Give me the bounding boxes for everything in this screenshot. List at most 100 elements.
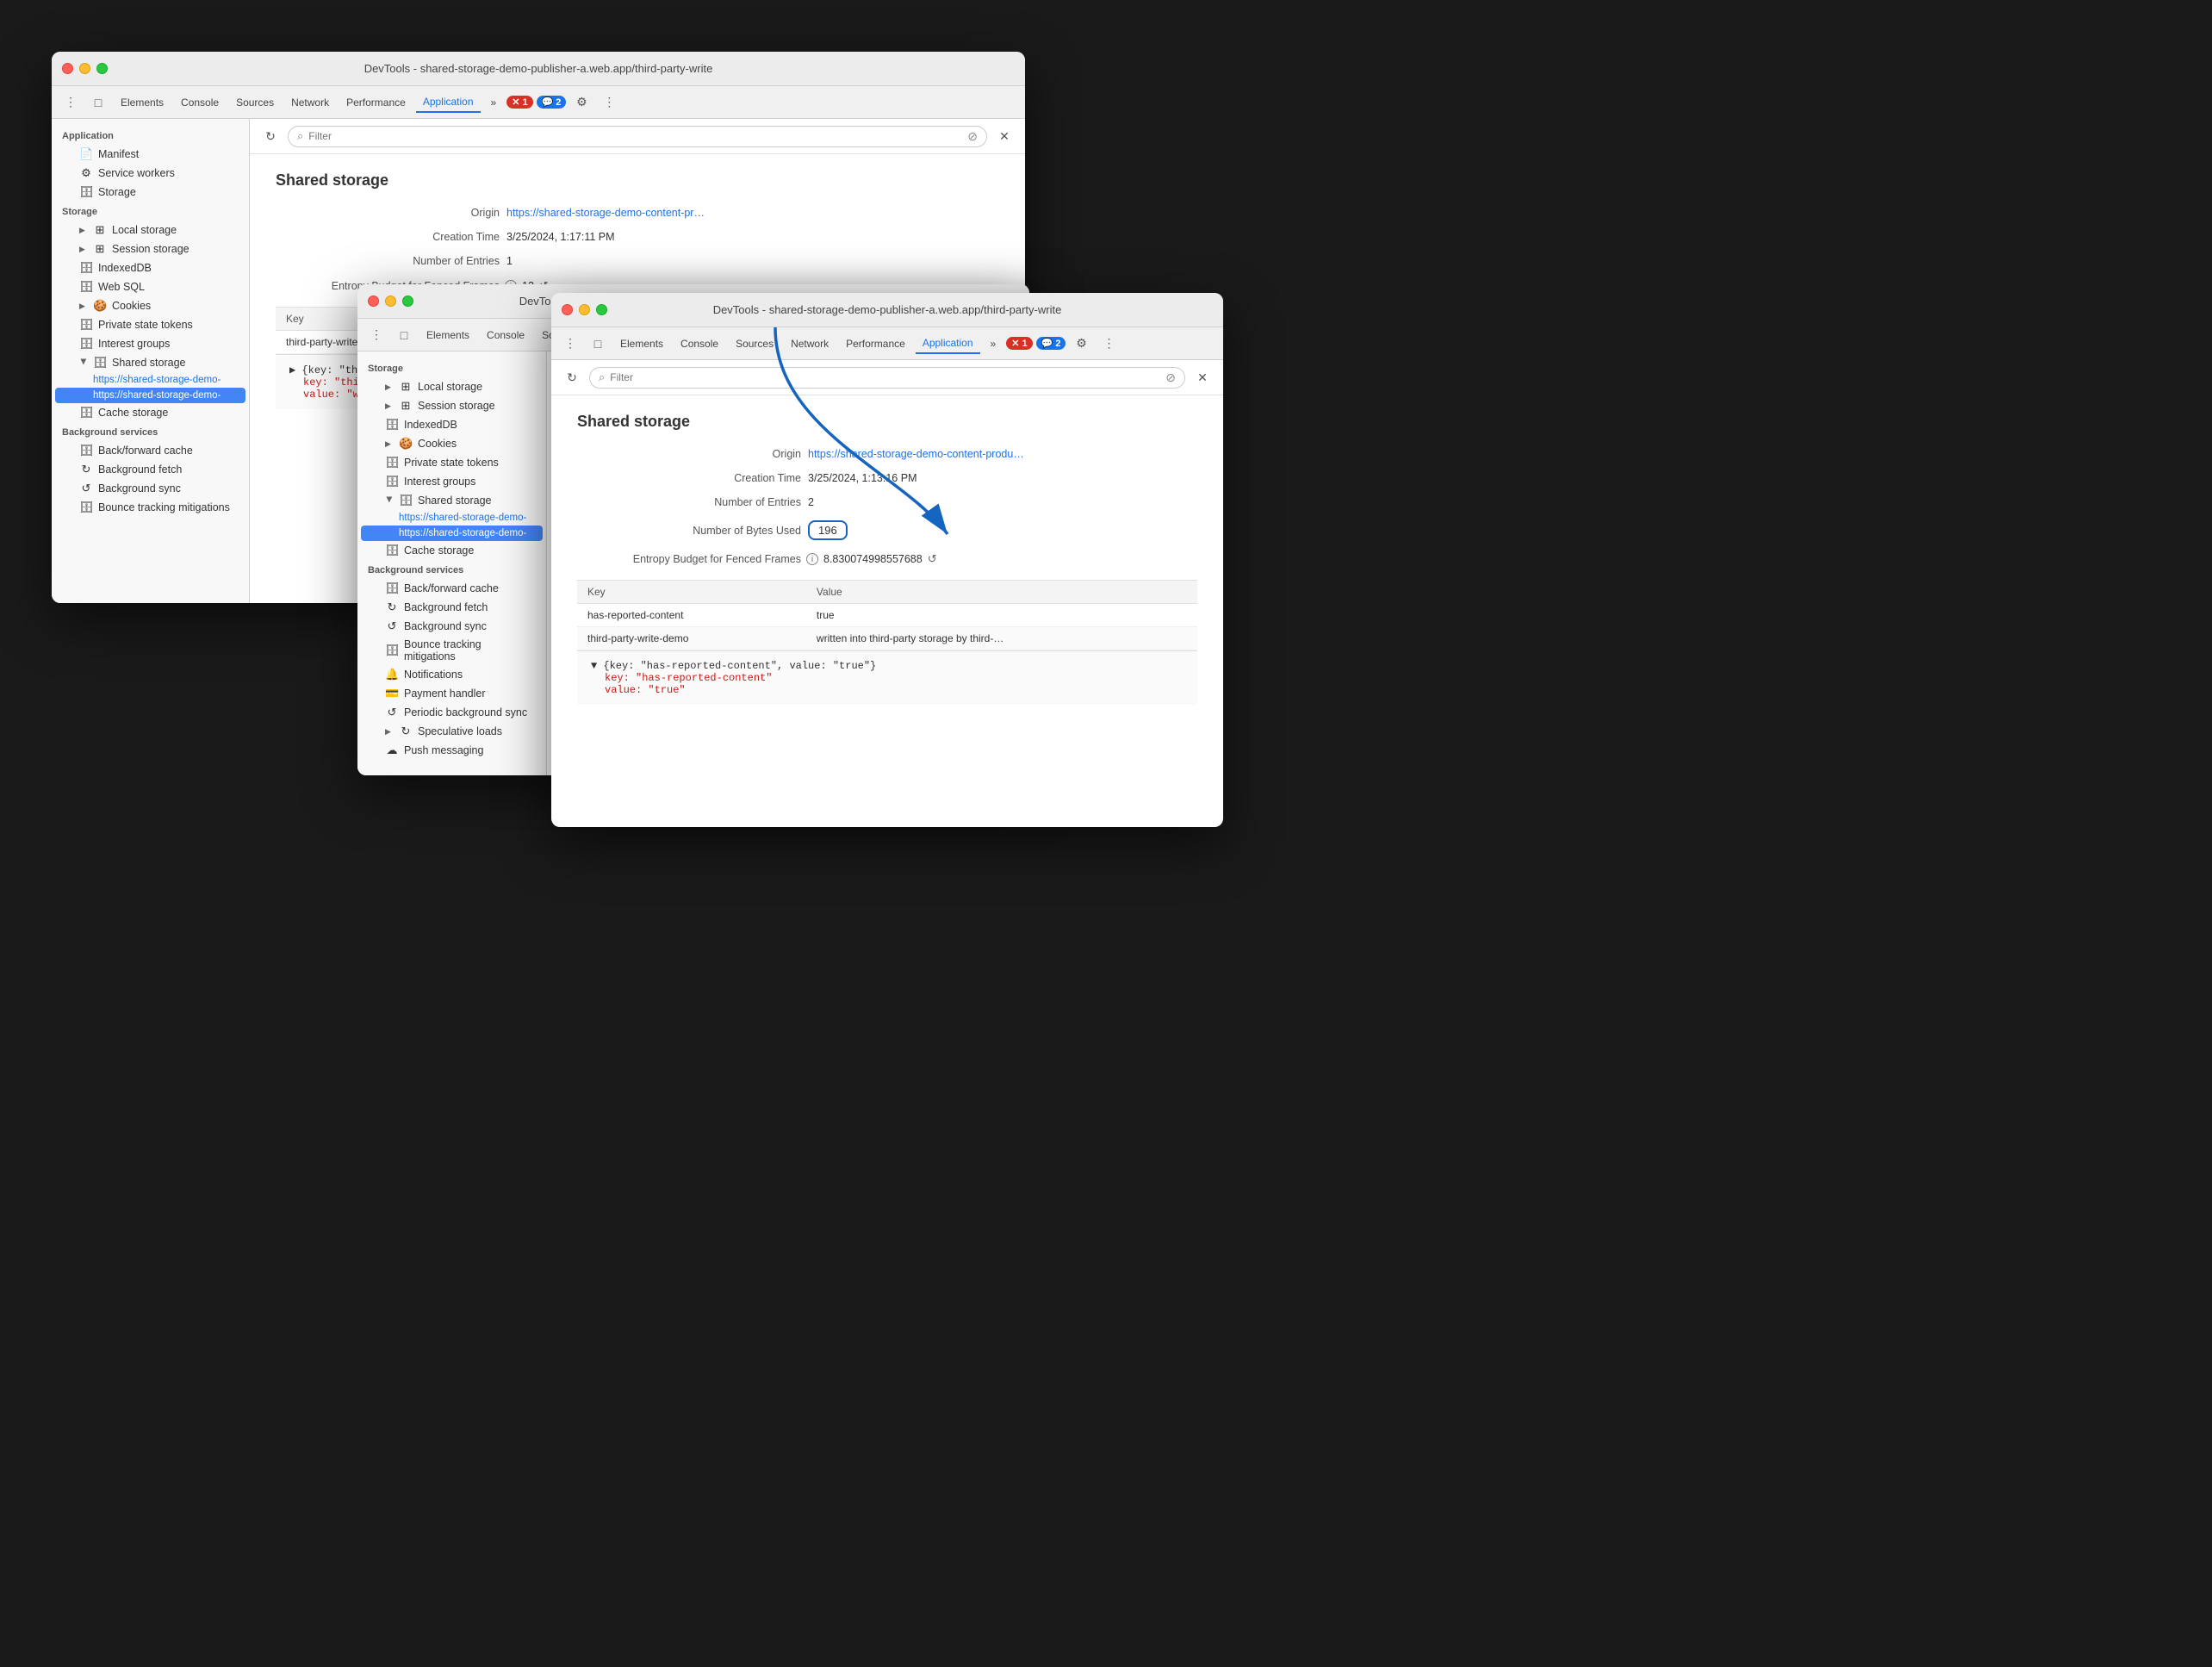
tab-application-1[interactable]: Application	[416, 92, 481, 113]
sidebar-speculative-loads-2[interactable]: ▶ ↻ Speculative loads	[361, 722, 543, 741]
minimize-button-1[interactable]	[79, 63, 90, 74]
back-forward-icon-2: 🗄	[385, 582, 399, 595]
entropy-reset-icon-3[interactable]: ↺	[928, 552, 937, 566]
refresh-icon-1[interactable]: ↻	[258, 124, 283, 148]
sidebar-item-bg-sync[interactable]: ↺ Background sync	[55, 479, 245, 498]
tab-elements-3[interactable]: Elements	[613, 334, 670, 353]
expand-speculative-icon-2: ▶	[385, 727, 394, 737]
device-icon[interactable]: □	[86, 90, 110, 115]
maximize-button-3[interactable]	[596, 304, 607, 315]
cell-key-2-3: third-party-write-demo	[577, 627, 806, 650]
more-tabs-1[interactable]: »	[484, 93, 504, 112]
inspect-icon-2[interactable]: ⋮	[364, 323, 388, 347]
table-row-1-3[interactable]: has-reported-content true	[577, 604, 1197, 627]
sidebar-item-cache-storage-2[interactable]: 🗄 Cache storage	[361, 541, 543, 560]
tab-elements-2[interactable]: Elements	[419, 326, 476, 345]
sidebar-item-shared-storage[interactable]: ▶ 🗄 Shared storage	[55, 353, 245, 372]
bg-fetch-icon: ↻	[79, 463, 93, 476]
sidebar-shared-url-2-2[interactable]: https://shared-storage-demo-	[361, 526, 543, 541]
filter-input-1[interactable]	[308, 130, 962, 142]
minimize-button-3[interactable]	[579, 304, 590, 315]
tab-performance-3[interactable]: Performance	[839, 334, 912, 353]
sidebar-notifications-2[interactable]: 🔔 Notifications	[361, 665, 543, 684]
tab-application-3[interactable]: Application	[916, 333, 980, 354]
sidebar-item-indexeddb[interactable]: 🗄 IndexedDB	[55, 258, 245, 277]
tab-console-2[interactable]: Console	[480, 326, 531, 345]
filter-input-3[interactable]	[610, 371, 1160, 383]
settings-icon-3[interactable]: ⚙	[1069, 332, 1093, 356]
more-tabs-3[interactable]: »	[984, 334, 1003, 353]
tab-sources-3[interactable]: Sources	[729, 334, 780, 353]
sidebar-item-cookies[interactable]: ▶ 🍪 Cookies	[55, 296, 245, 315]
origin-value-3[interactable]: https://shared-storage-demo-content-prod…	[808, 448, 1024, 460]
inspect-icon-3[interactable]: ⋮	[558, 332, 582, 356]
device-icon-2[interactable]: □	[392, 323, 416, 347]
more-options-icon-1[interactable]: ⋮	[597, 90, 621, 115]
sidebar-item-cookies-2[interactable]: ▶ 🍪 Cookies	[361, 434, 543, 453]
sidebar-item-manifest[interactable]: 📄 Manifest	[55, 145, 245, 164]
origin-value-1[interactable]: https://shared-storage-demo-content-pr…	[506, 207, 705, 219]
sidebar-item-interest-groups-2[interactable]: 🗄 Interest groups	[361, 472, 543, 491]
sidebar-item-private-state-2[interactable]: 🗄 Private state tokens	[361, 453, 543, 472]
sidebar-label-session-storage-2: Session storage	[418, 400, 495, 412]
sidebar-bg-sync-2[interactable]: ↺ Background sync	[361, 617, 543, 636]
refresh-icon-3[interactable]: ↻	[560, 365, 584, 389]
filter-close-icon-1[interactable]: ✕	[992, 124, 1016, 148]
traffic-lights-1[interactable]	[62, 63, 108, 74]
tab-network-1[interactable]: Network	[284, 93, 336, 112]
tab-console-3[interactable]: Console	[674, 334, 725, 353]
close-button-2[interactable]	[368, 295, 379, 307]
sidebar-item-service-workers[interactable]: ⚙ Service workers	[55, 164, 245, 183]
json-line-open-3: ▼ {key: "has-reported-content", value: "…	[591, 660, 1184, 672]
sidebar-back-forward-2[interactable]: 🗄 Back/forward cache	[361, 579, 543, 598]
sidebar-item-bounce-tracking[interactable]: 🗄 Bounce tracking mitigations	[55, 498, 245, 517]
tab-sources-1[interactable]: Sources	[229, 93, 281, 112]
tab-console-1[interactable]: Console	[174, 93, 226, 112]
cell-key-1-3: has-reported-content	[577, 604, 806, 627]
periodic-bg-sync-icon-2: ↺	[385, 706, 399, 719]
tab-network-3[interactable]: Network	[784, 334, 836, 353]
settings-icon-1[interactable]: ⚙	[569, 90, 593, 115]
sidebar-item-session-storage-2[interactable]: ▶ ⊞ Session storage	[361, 396, 543, 415]
sidebar-bg-fetch-2[interactable]: ↻ Background fetch	[361, 598, 543, 617]
sidebar-item-cache-storage[interactable]: 🗄 Cache storage	[55, 403, 245, 422]
maximize-button-2[interactable]	[402, 295, 413, 307]
sidebar-item-websql[interactable]: 🗄 Web SQL	[55, 277, 245, 296]
sidebar-item-interest-groups[interactable]: 🗄 Interest groups	[55, 334, 245, 353]
shared-storage-url-2: https://shared-storage-demo-	[93, 390, 221, 401]
close-button-3[interactable]	[562, 304, 573, 315]
local-storage-icon-2: ⊞	[399, 380, 413, 394]
sidebar-item-shared-storage-2[interactable]: ▶ 🗄 Shared storage	[361, 491, 543, 510]
filter-clear-icon-1[interactable]: ⊘	[967, 129, 978, 144]
minimize-button-2[interactable]	[385, 295, 396, 307]
close-button-1[interactable]	[62, 63, 73, 74]
sidebar-item-indexeddb-2[interactable]: 🗄 IndexedDB	[361, 415, 543, 434]
inspect-icon[interactable]: ⋮	[59, 90, 83, 115]
traffic-lights-2[interactable]	[368, 295, 413, 307]
sidebar-item-private-state-tokens[interactable]: 🗄 Private state tokens	[55, 315, 245, 334]
tab-performance-1[interactable]: Performance	[339, 93, 413, 112]
sidebar-item-bg-fetch[interactable]: ↻ Background fetch	[55, 460, 245, 479]
sidebar-shared-url-1-2[interactable]: https://shared-storage-demo-	[361, 510, 543, 526]
traffic-lights-3[interactable]	[562, 304, 607, 315]
filter-close-icon-3[interactable]: ✕	[1190, 365, 1215, 389]
sidebar-item-shared-url-2[interactable]: https://shared-storage-demo-	[55, 388, 245, 403]
sidebar-item-storage[interactable]: 🗄 Storage	[55, 183, 245, 202]
maximize-button-1[interactable]	[96, 63, 108, 74]
sidebar-item-shared-url-1[interactable]: https://shared-storage-demo-	[55, 372, 245, 388]
more-options-icon-3[interactable]: ⋮	[1097, 332, 1121, 356]
device-icon-3[interactable]: □	[586, 332, 610, 356]
entropy-info-icon-3[interactable]: i	[806, 553, 818, 565]
table-row-2-3[interactable]: third-party-write-demo written into thir…	[577, 627, 1197, 650]
sidebar-item-back-forward[interactable]: 🗄 Back/forward cache	[55, 441, 245, 460]
sidebar-payment-handler-2[interactable]: 💳 Payment handler	[361, 684, 543, 703]
tab-elements-1[interactable]: Elements	[114, 93, 171, 112]
sidebar-push-messaging-2[interactable]: ☁ Push messaging	[361, 741, 543, 760]
sidebar-item-session-storage[interactable]: ▶ ⊞ Session storage	[55, 239, 245, 258]
filter-clear-icon-3[interactable]: ⊘	[1165, 370, 1176, 385]
sidebar-item-local-storage[interactable]: ▶ ⊞ Local storage	[55, 221, 245, 239]
sidebar-item-local-storage-2[interactable]: ▶ ⊞ Local storage	[361, 377, 543, 396]
sidebar-bounce-tracking-2[interactable]: 🗄 Bounce tracking mitigations	[361, 636, 543, 665]
entries-label-1: Number of Entries	[276, 255, 500, 267]
sidebar-periodic-bg-sync-2[interactable]: ↺ Periodic background sync	[361, 703, 543, 722]
